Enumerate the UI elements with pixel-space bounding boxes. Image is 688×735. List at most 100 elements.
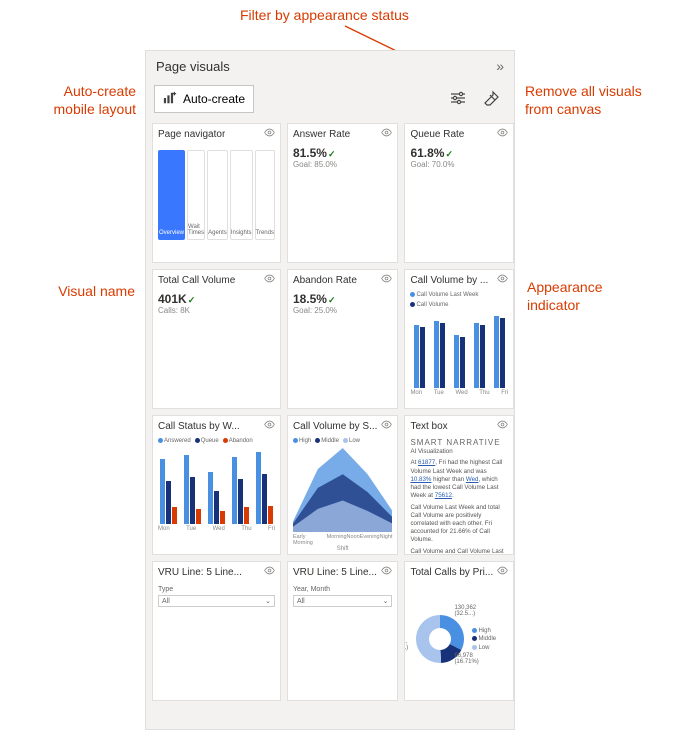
visual-title: Call Volume by S... [293,421,377,432]
chart-legend: HighMiddleLow [293,438,392,444]
visibility-eye-icon[interactable] [264,419,275,433]
visibility-eye-icon[interactable] [381,565,392,579]
visual-tile[interactable]: VRU Line: 5 Line... Type All⌄ [152,561,281,701]
tile-header: Total Call Volume [153,270,280,290]
visual-tile[interactable]: Call Volume by S... HighMiddleLowEarly Mo… [287,415,398,555]
tile-body: SMART NARRATIVE AI Visualization At 6187… [405,436,513,554]
tile-body: 18.5%Goal: 25.0% [288,290,397,408]
chart-bars [410,308,508,388]
visual-tile[interactable]: Text box SMART NARRATIVE AI Visualizatio… [404,415,514,555]
visibility-eye-icon[interactable] [264,565,275,579]
visibility-eye-icon[interactable] [264,127,275,141]
visibility-eye-icon[interactable] [381,127,392,141]
bar-chart-plus-icon [163,91,177,108]
visuals-grid-scroll[interactable]: Page navigator OverviewWait TimesAgentsIn… [146,117,514,729]
annot-appearance-indicator: Appearance indicator [527,278,603,314]
visual-title: Answer Rate [293,129,350,140]
visibility-eye-icon[interactable] [497,565,508,579]
visual-title: Call Status by W... [158,421,240,432]
visual-tile[interactable]: Total Call Volume 401KCalls: 8K [152,269,281,409]
slicer-dropdown[interactable]: All⌄ [293,595,392,607]
tile-header: Total Calls by Pri... [405,562,513,582]
kpi-value: 61.8% [410,146,508,160]
slicer-field: Year, Month [293,586,392,593]
auto-create-button[interactable]: Auto-create [154,85,254,113]
visual-tile[interactable]: VRU Line: 5 Line... Year, Month All⌄ [287,561,398,701]
nav-page-button[interactable]: Insights [230,150,253,240]
visual-tile[interactable]: Queue Rate 61.8%Goal: 70.0% [404,123,514,263]
visual-tile[interactable]: Total Calls by Pri... 130,362 (32.5...) … [404,561,514,701]
tile-body: Type All⌄ [153,582,280,700]
tile-header: Call Volume by S... [288,416,397,436]
nav-page-button[interactable]: Wait Times [187,150,205,240]
visual-tile[interactable]: Call Status by W... AnsweredQueueAbandonM… [152,415,281,555]
visual-title: VRU Line: 5 Line... [158,567,242,578]
tile-body: Call Volume Last WeekCall VolumeMonTueWe… [405,290,513,408]
tile-header: Call Volume by ... [405,270,513,290]
kpi-goal: Goal: 25.0% [293,306,392,315]
tile-body: OverviewWait TimesAgentsInsightsTrends [153,144,280,262]
visual-tile[interactable]: Call Volume by ... Call Volume Last WeekC… [404,269,514,409]
tile-body: 61.8%Goal: 70.0% [405,144,513,262]
visibility-eye-icon[interactable] [381,273,392,287]
nav-page-button[interactable]: Agents [207,150,228,240]
visual-title: Total Call Volume [158,275,235,286]
visual-tile[interactable]: Page navigator OverviewWait TimesAgentsIn… [152,123,281,263]
visual-title: Call Volume by ... [410,275,488,286]
panel-header: Page visuals » [146,51,514,81]
tile-header: Text box [405,416,513,436]
eraser-button[interactable] [478,85,506,113]
panel-title: Page visuals [156,59,230,74]
visual-title: Page navigator [158,129,225,140]
visibility-eye-icon[interactable] [497,273,508,287]
tile-header: Queue Rate [405,124,513,144]
panel-toolbar: Auto-create [146,81,514,117]
visuals-grid: Page navigator OverviewWait TimesAgentsIn… [152,123,508,701]
visual-title: Text box [410,421,447,432]
annot-remove-all: Remove all visuals from canvas [525,82,642,118]
eraser-icon [484,90,500,109]
tile-body: AnsweredQueueAbandonMonTueWedThuFri [153,436,280,554]
visibility-eye-icon[interactable] [497,127,508,141]
tile-header: VRU Line: 5 Line... [288,562,397,582]
tile-header: Call Status by W... [153,416,280,436]
donut-chart: 130,362 (32.5...) 66,978 (16.71%) 203...… [410,584,508,695]
kpi-value: 401K [158,292,275,306]
kpi-goal: Goal: 85.0% [293,160,392,169]
kpi-value: 18.5% [293,292,392,306]
annot-filter-status: Filter by appearance status [240,6,409,24]
chevron-right-icon[interactable]: » [496,58,504,74]
sliders-icon [450,90,466,109]
chart-legend: Call Volume Last WeekCall Volume [410,292,508,308]
nav-page-button[interactable]: Trends [255,150,275,240]
chevron-down-icon: ⌄ [265,597,271,605]
chart-bars [158,444,275,524]
nav-page-button[interactable]: Overview [158,150,185,240]
visibility-eye-icon[interactable] [381,419,392,433]
page-visuals-panel: Page visuals » Auto-create [145,50,515,730]
tile-body: 81.5%Goal: 85.0% [288,144,397,262]
chevron-down-icon: ⌄ [383,597,389,605]
visual-tile[interactable]: Abandon Rate 18.5%Goal: 25.0% [287,269,398,409]
visual-title: Queue Rate [410,129,464,140]
visibility-eye-icon[interactable] [497,419,508,433]
tile-body: 401KCalls: 8K [153,290,280,408]
visibility-eye-icon[interactable] [264,273,275,287]
visual-tile[interactable]: Answer Rate 81.5%Goal: 85.0% [287,123,398,263]
slicer-field: Type [158,586,275,593]
auto-create-label: Auto-create [183,92,245,106]
smart-narrative: SMART NARRATIVE AI Visualization At 6187… [410,438,508,554]
filter-sliders-button[interactable] [444,85,472,113]
visual-title: VRU Line: 5 Line... [293,567,377,578]
tile-body: HighMiddleLowEarly MorningMorningNoonEve… [288,436,397,554]
annot-auto-create: Auto-create mobile layout [8,82,136,118]
tile-header: VRU Line: 5 Line... [153,562,280,582]
tile-header: Answer Rate [288,124,397,144]
annot-visual-name: Visual name [20,282,135,300]
kpi-goal: Goal: 70.0% [410,160,508,169]
tile-header: Page navigator [153,124,280,144]
visual-title: Total Calls by Pri... [410,567,493,578]
slicer-dropdown[interactable]: All⌄ [158,595,275,607]
visual-title: Abandon Rate [293,275,357,286]
tile-body: Year, Month All⌄ [288,582,397,700]
